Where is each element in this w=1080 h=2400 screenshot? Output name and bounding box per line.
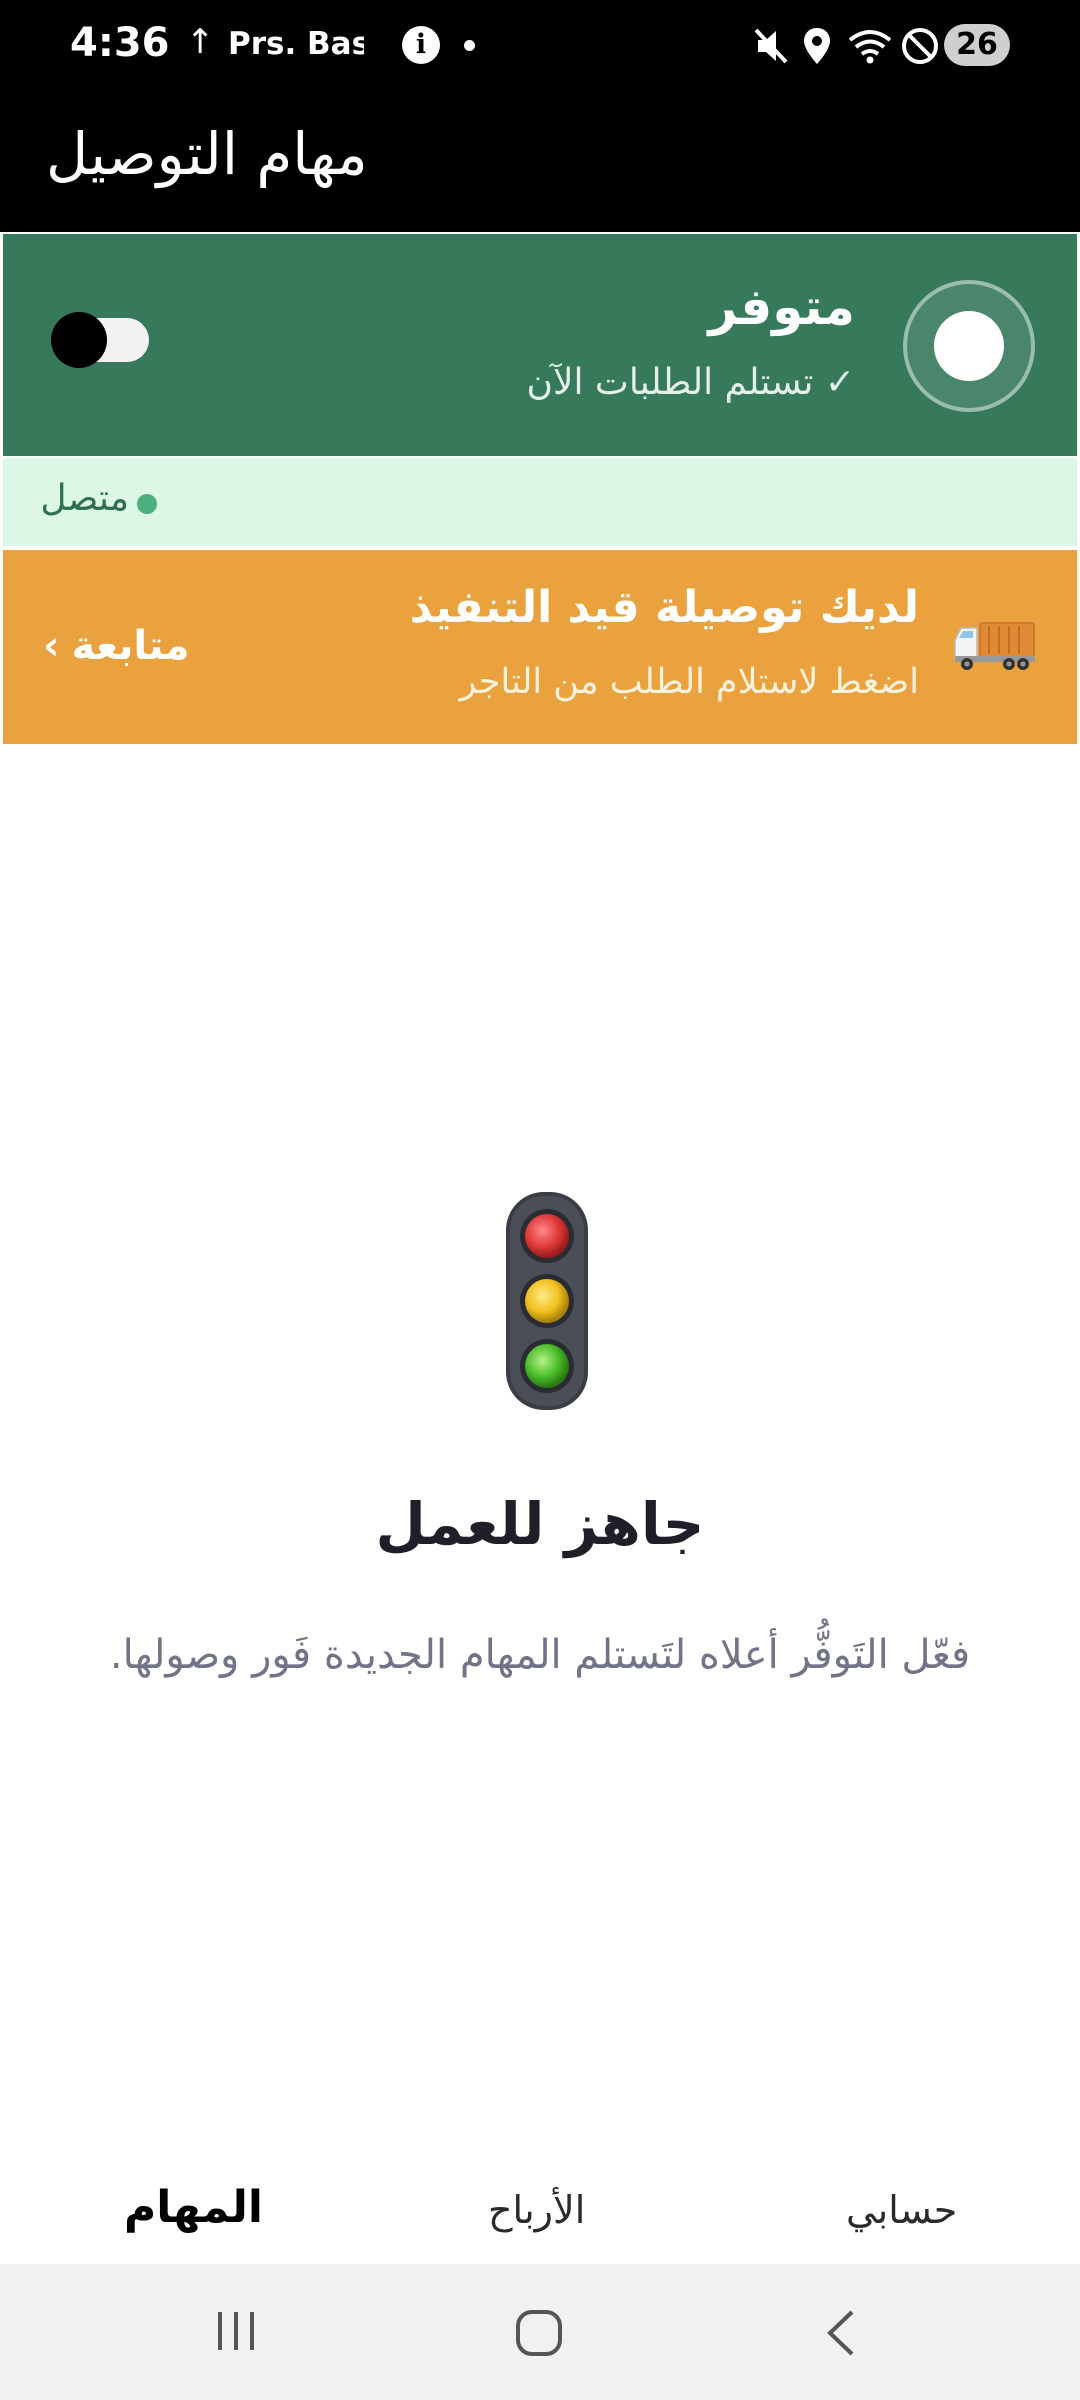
follow-delivery-button[interactable]: ‹ متابعة (43, 618, 189, 674)
truck-icon (954, 622, 1035, 670)
location-icon (804, 28, 830, 64)
availability-subtitle: ✓ تستلم الطلبات الآن (526, 362, 855, 403)
screen: 4:36 ↑ Prs. Basm i 26 (0, 0, 1080, 2400)
connection-dot-icon (137, 494, 157, 514)
traffic-light-icon (506, 1192, 588, 1410)
delivery-banner-title: لديك توصيلة قيد التنفيذ (409, 582, 919, 633)
tab-account[interactable]: حسابي (846, 2188, 957, 2232)
availability-indicator (934, 311, 1004, 381)
page-title: مهام التوصيل (46, 120, 368, 188)
connection-status-bar: متصل (3, 458, 1077, 546)
battery-indicator: 26 (944, 24, 1010, 66)
status-time: 4:36 (70, 20, 170, 66)
home-icon[interactable] (514, 2308, 564, 2358)
do-not-disturb-icon (902, 28, 938, 64)
notification-dot (464, 40, 475, 51)
recents-icon[interactable] (214, 2308, 258, 2354)
empty-state-title: جاهز للعمل (375, 1490, 705, 1558)
active-delivery-banner[interactable]: لديك توصيلة قيد التنفيذ اضغط لاستلام الط… (3, 550, 1077, 744)
upload-arrow-icon: ↑ (186, 22, 215, 62)
availability-switch[interactable] (51, 312, 149, 368)
delivery-banner-subtitle: اضغط لاستلام الطلب من التاجر (459, 662, 919, 702)
system-navigation-bar (0, 2264, 1080, 2400)
tab-tasks[interactable]: المهام (124, 2182, 263, 2233)
status-carrier: Prs. Basm (228, 26, 364, 62)
back-icon[interactable] (822, 2308, 858, 2358)
switch-thumb (51, 312, 107, 368)
info-icon: i (402, 26, 440, 64)
connection-label: متصل (40, 478, 129, 519)
follow-button-label: متابعة (71, 623, 190, 669)
wifi-icon (848, 30, 892, 64)
tab-earnings[interactable]: الأرباح (488, 2188, 585, 2232)
empty-state-description: فعّل التَوفُّر أعلاه لتَستلم المهام الجد… (109, 1632, 971, 1678)
chevron-left-icon: ‹ (43, 623, 60, 669)
availability-card[interactable]: متوفر ✓ تستلم الطلبات الآن (3, 234, 1077, 456)
bottom-tab-bar: حسابي الأرباح المهام (0, 2170, 1080, 2266)
app-bar: مهام التوصيل (0, 92, 1080, 232)
availability-status-icon[interactable] (903, 280, 1035, 412)
status-bar: 4:36 ↑ Prs. Basm i 26 (0, 0, 1080, 92)
availability-title: متوفر (708, 278, 855, 336)
mute-icon (754, 28, 788, 64)
